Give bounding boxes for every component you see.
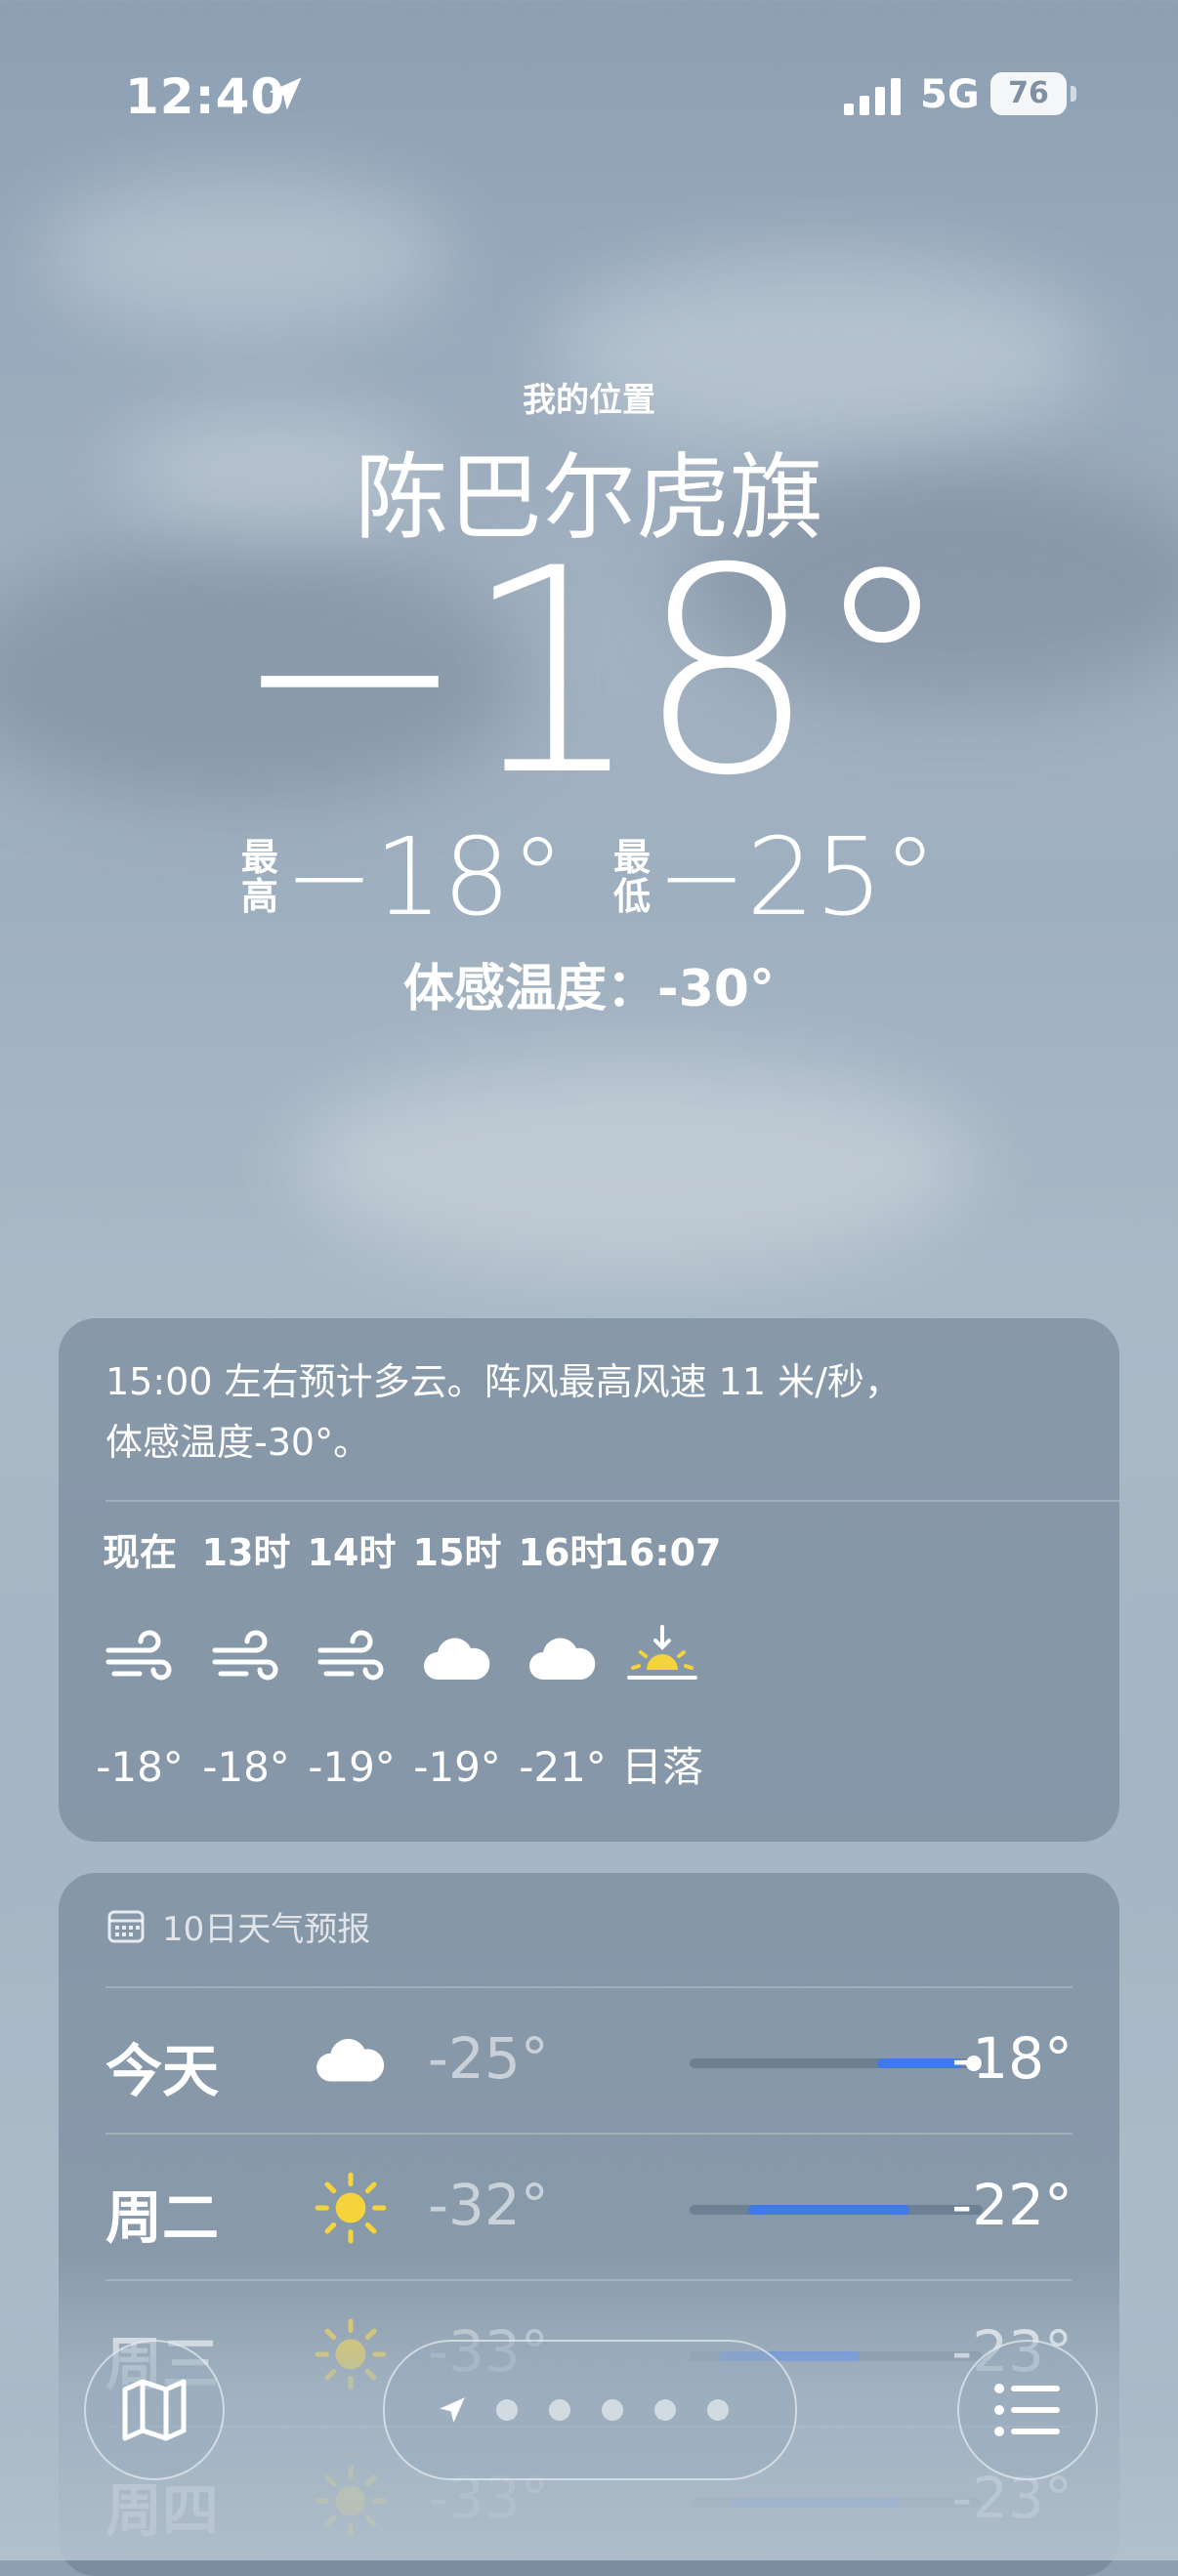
forecast-summary: 15:00 左右预计多云。阵风最高风速 11 米/秒， 体感温度-30°。 xyxy=(105,1351,1082,1473)
page-dot[interactable] xyxy=(707,2399,729,2421)
temp-range-fill xyxy=(731,2498,901,2508)
battery-icon: 76 xyxy=(990,72,1067,115)
low-temp: −25° xyxy=(656,814,938,939)
sun-icon xyxy=(311,2461,391,2541)
status-bar: 12:40 5G 76 xyxy=(0,0,1178,186)
day-low-temp: -25° xyxy=(428,2025,549,2092)
summary-line-2: 体感温度-30°。 xyxy=(105,1421,371,1464)
cloud-icon xyxy=(311,2021,391,2101)
network-type: 5G xyxy=(920,72,980,117)
cellular-signal-icon xyxy=(844,78,901,115)
map-button[interactable] xyxy=(84,2340,225,2480)
calendar-icon xyxy=(107,1910,145,1942)
ten-day-header: 10日天气预报 xyxy=(107,1902,370,1950)
location-arrow-icon xyxy=(269,77,302,110)
status-time: 12:40 xyxy=(125,68,286,125)
current-location-icon xyxy=(440,2397,465,2423)
locations-list-button[interactable] xyxy=(957,2340,1098,2480)
list-icon xyxy=(994,2384,1060,2436)
day-row[interactable]: 今天 -25° -18° xyxy=(105,1988,1073,2135)
page-dot[interactable] xyxy=(496,2399,518,2421)
day-high-temp: -22° xyxy=(951,2172,1073,2238)
day-row[interactable]: 周二 -32° -22° xyxy=(105,2135,1073,2281)
high-label-char-1: 最 xyxy=(240,836,278,879)
page-dot[interactable] xyxy=(602,2399,623,2421)
feels-like: 体感温度：-30° xyxy=(403,960,775,1018)
high-label-char-2: 高 xyxy=(240,875,278,918)
high-low-temps: 最 高 −18° 最 低 −25° xyxy=(0,818,1178,935)
temp-range-bar xyxy=(690,2498,983,2508)
current-temperature: −18° xyxy=(231,509,952,838)
hourly-forecast-card[interactable]: 15:00 左右预计多云。阵风最高风速 11 米/秒， 体感温度-30°。 现在… xyxy=(59,1318,1119,1842)
summary-line-1: 15:00 左右预计多云。阵风最高风速 11 米/秒， xyxy=(105,1360,902,1403)
high-temp: −18° xyxy=(283,814,565,939)
page-dot[interactable] xyxy=(549,2399,570,2421)
day-low-temp: -32° xyxy=(428,2172,549,2238)
hour-column: 16:07 日落 xyxy=(599,1523,726,1797)
temp-range-bar xyxy=(690,2056,983,2071)
low-label: 最 低 xyxy=(613,838,651,916)
temp-range-bar xyxy=(690,2205,983,2215)
temp-range-fill xyxy=(877,2058,962,2068)
sunset-icon xyxy=(599,1582,726,1738)
low-label-char-2: 低 xyxy=(613,875,652,918)
ten-day-title: 10日天气预报 xyxy=(162,1910,371,1949)
sun-icon xyxy=(311,2168,391,2248)
hour-label: 16:07 xyxy=(603,1531,722,1574)
high-label: 最 高 xyxy=(241,838,278,916)
sun-icon xyxy=(311,2314,391,2394)
map-icon xyxy=(122,2379,187,2441)
low-label-char-1: 最 xyxy=(613,836,652,879)
day-name: 周二 xyxy=(105,2184,220,2251)
temp-range-fill xyxy=(748,2205,909,2215)
battery-cap xyxy=(1071,86,1076,102)
page-dot[interactable] xyxy=(654,2399,676,2421)
divider xyxy=(105,1500,1119,1502)
day-high-temp: -18° xyxy=(951,2025,1073,2092)
hour-temp: 日落 xyxy=(620,1743,703,1791)
location-label: 我的位置 xyxy=(523,381,655,420)
location-pager[interactable] xyxy=(383,2340,797,2480)
battery-level: 76 xyxy=(1008,76,1049,110)
day-name: 今天 xyxy=(105,2038,220,2104)
